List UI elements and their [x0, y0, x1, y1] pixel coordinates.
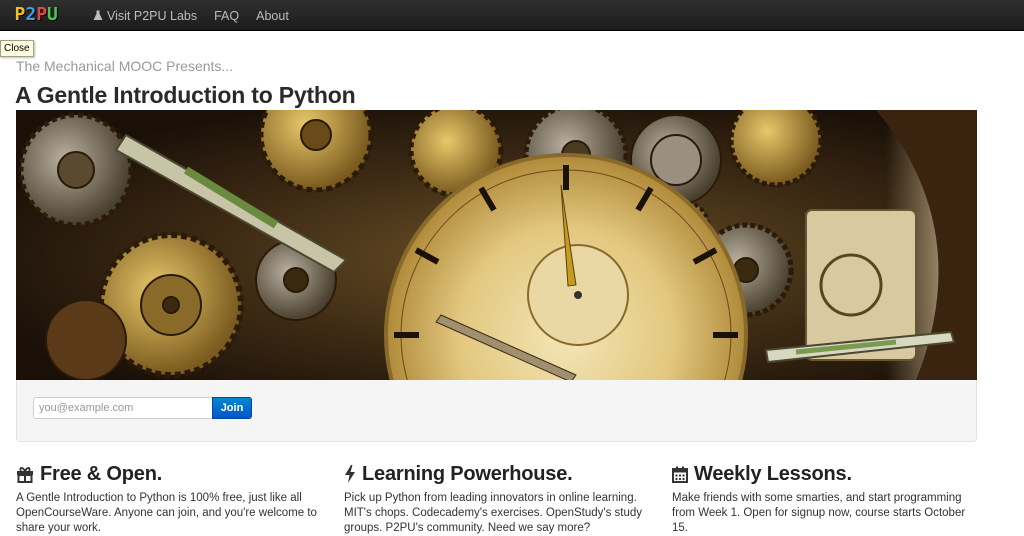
- join-button[interactable]: Join: [212, 397, 252, 419]
- flask-icon: [93, 10, 103, 20]
- feature-title: Weekly Lessons.: [694, 462, 852, 485]
- nav-link-p2pu-labs[interactable]: Visit P2PU Labs: [93, 9, 197, 23]
- nav-link-label: About: [256, 8, 289, 23]
- feature-text: Make friends with some smarties, and sta…: [672, 492, 966, 534]
- logo-letter-1: P: [14, 4, 26, 25]
- nav-link-faq[interactable]: FAQ: [214, 9, 239, 23]
- gift-icon: [17, 467, 33, 483]
- page-title: A Gentle Introduction to Python: [15, 82, 356, 108]
- top-navbar: P 2 P U Visit P2PU Labs FAQ About: [0, 0, 1024, 31]
- nav-links: Visit P2PU Labs FAQ About: [93, 0, 306, 31]
- calendar-icon: [672, 466, 688, 483]
- logo-letter-2: 2: [25, 4, 36, 25]
- feature-free-open: Free & Open. A Gentle Introduction to Py…: [16, 462, 326, 536]
- hero-banner-image: [16, 110, 977, 380]
- presents-subtitle: The Mechanical MOOC Presents...: [16, 58, 234, 74]
- close-tooltip: Close: [0, 40, 34, 57]
- feature-heading: Free & Open.: [16, 462, 326, 486]
- email-input[interactable]: [33, 397, 213, 419]
- signup-well: Join: [16, 380, 977, 442]
- feature-title: Learning Powerhouse.: [362, 462, 573, 485]
- feature-text: A Gentle Introduction to Python is 100% …: [16, 492, 317, 534]
- clockwork-illustration: [18, 110, 977, 380]
- feature-heading: Weekly Lessons.: [672, 462, 982, 486]
- p2pu-logo[interactable]: P 2 P U: [14, 4, 58, 25]
- logo-letter-3: P: [36, 4, 47, 25]
- feature-title: Free & Open.: [40, 462, 163, 485]
- nav-link-about[interactable]: About: [256, 9, 289, 23]
- nav-link-label: Visit P2PU Labs: [107, 8, 198, 23]
- logo-letter-4: U: [47, 4, 58, 25]
- feature-learning-powerhouse: Learning Powerhouse. Pick up Python from…: [344, 462, 654, 536]
- feature-text: Pick up Python from leading innovators i…: [344, 492, 643, 534]
- feature-weekly-lessons: Weekly Lessons. Make friends with some s…: [672, 462, 982, 536]
- nav-link-label: FAQ: [214, 8, 240, 23]
- bolt-icon: [345, 465, 355, 483]
- feature-heading: Learning Powerhouse.: [344, 462, 654, 486]
